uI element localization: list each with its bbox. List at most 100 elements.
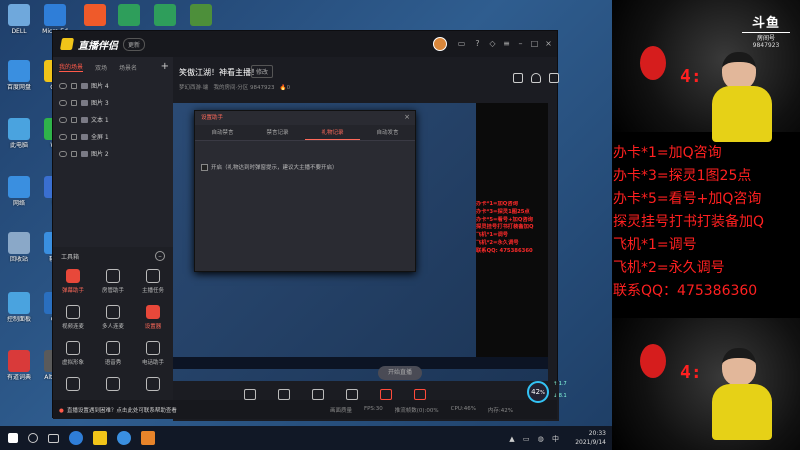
desktop-icon[interactable]: 回收站 (2, 232, 36, 263)
eye-icon[interactable] (59, 133, 67, 140)
close-icon[interactable]: × (544, 39, 553, 48)
eye-icon[interactable] (59, 150, 67, 157)
lock-icon[interactable] (71, 150, 77, 157)
desktop-icon[interactable]: 此电脑 (2, 118, 36, 149)
screenshot-icon[interactable] (549, 73, 559, 83)
tool-item[interactable]: 主播任务 (133, 265, 173, 301)
dialog-tab[interactable]: 禁言记录 (250, 125, 305, 140)
lock-icon[interactable] (71, 99, 77, 106)
lock-icon[interactable] (71, 82, 77, 89)
lock-icon[interactable] (71, 133, 77, 140)
tool-item[interactable]: 弹幕助手 (53, 265, 93, 301)
desktop-icon[interactable]: DELL (2, 4, 36, 35)
collapse-icon[interactable]: – (155, 251, 165, 261)
tool-item[interactable]: 虚拟形象 (53, 337, 93, 373)
eye-icon[interactable] (59, 82, 67, 89)
dialog-tab[interactable]: 礼物记录 (305, 125, 360, 140)
tab-my-scene[interactable]: 我的场景 (59, 62, 84, 72)
maximize-icon[interactable]: □ (530, 39, 539, 48)
desktop-icon[interactable]: 百度网盘 (2, 60, 36, 91)
player-shirt (712, 384, 772, 440)
tab-dual-scene[interactable]: 双场 (95, 63, 107, 72)
start-live-button[interactable]: 开始直播 (378, 366, 422, 380)
version-badge[interactable]: 更新 (123, 37, 146, 51)
source-label: 图片 4 (91, 83, 109, 90)
enable-checkbox[interactable] (201, 163, 208, 171)
desktop-icon[interactable]: 网络 (2, 176, 36, 207)
system-tray[interactable]: ▲ ▭ ◍ 中 (509, 434, 562, 444)
app-shortcut-icon (8, 232, 30, 254)
app-icon[interactable] (117, 431, 131, 445)
tool-item[interactable]: 多人连麦 (93, 301, 133, 337)
desktop-icon[interactable]: 控制面板 (2, 292, 36, 323)
source-item[interactable]: 文本 1 (53, 111, 173, 128)
image-icon (81, 116, 88, 123)
paddle-icon (640, 344, 666, 378)
edit-title-button[interactable]: 修改 (251, 65, 274, 78)
tool-icon (106, 269, 120, 283)
desktop-icon[interactable] (148, 4, 182, 28)
desktop-icon[interactable]: 有道词典 (2, 350, 36, 381)
app-shortcut-icon (44, 4, 66, 26)
tool-icon (66, 305, 80, 319)
source-item[interactable]: 图片 3 (53, 94, 173, 111)
source-item[interactable]: 全屏 1 (53, 128, 173, 145)
add-scene-icon[interactable]: + (161, 61, 169, 72)
media-icon (346, 389, 358, 400)
tool-label: 主播任务 (141, 288, 164, 294)
dialog-close-icon[interactable]: × (404, 113, 410, 121)
tool-label: 语音秀 (104, 360, 122, 366)
minimize-icon[interactable]: – (516, 39, 525, 48)
tool-item[interactable]: 设置器 (133, 301, 173, 337)
heat-icon: 🔥 (279, 85, 287, 91)
status-metric: 推流帧数(0):00% (394, 408, 439, 414)
search-icon[interactable] (28, 433, 38, 443)
eye-icon[interactable] (59, 99, 67, 106)
gift-popup-option[interactable]: 开启（礼物达到时弹窗提示，建议大主播不要开启） (201, 163, 338, 171)
dialog-tab[interactable]: 自动禁言 (195, 125, 250, 140)
eye-icon[interactable] (59, 116, 67, 123)
tool-item[interactable]: 房管助手 (93, 265, 133, 301)
live-companion-task-icon[interactable] (141, 431, 155, 445)
task-view-icon[interactable] (48, 433, 59, 443)
lock-icon[interactable] (531, 73, 541, 83)
message-icon[interactable]: ▭ (457, 39, 466, 48)
start-icon[interactable] (8, 433, 18, 443)
desktop-icon-label: DELL (11, 28, 27, 35)
input-language[interactable]: 中 (552, 435, 562, 443)
tool-item[interactable]: 电话助手 (133, 337, 173, 373)
desktop-icon[interactable] (78, 4, 112, 28)
explorer-icon[interactable] (93, 431, 107, 445)
dialog-tab[interactable]: 自动发言 (360, 125, 415, 140)
source-item[interactable]: 图片 2 (53, 145, 173, 162)
desktop-icon[interactable] (112, 4, 146, 28)
room-subtitle: 梦幻西游·端 我的房间·分区 9847923 🔥0 (179, 83, 290, 91)
dialog-tabs: 自动禁言 禁言记录 礼物记录 自动发言 (195, 125, 415, 141)
score-label: 4: (680, 362, 702, 383)
room-category[interactable]: 梦幻西游·端 (179, 85, 208, 91)
lock-icon[interactable] (71, 116, 77, 123)
desktop-icon[interactable] (184, 4, 218, 28)
tool-icon (146, 269, 160, 283)
clock[interactable]: 20:33 2021/9/14 (575, 429, 606, 447)
option-label: 开启（礼物达到时弹窗提示，建议大主播不要开启） (211, 165, 338, 171)
speaker-icon (414, 389, 426, 400)
tool-item[interactable]: 视频连麦 (53, 301, 93, 337)
room-id: 9847923 (752, 42, 780, 49)
lottery-icon[interactable] (513, 73, 523, 83)
avatar[interactable] (433, 37, 447, 51)
status-metric: 内存:42% (487, 408, 513, 414)
help-icon[interactable]: ? (473, 39, 482, 48)
gauge-value: 42 (531, 388, 541, 396)
scene-tabs: 我的场景 双场 场景名 (53, 57, 173, 77)
menu-icon[interactable]: ≡ (502, 39, 511, 48)
source-item[interactable]: 图片 4 (53, 77, 173, 94)
edge-icon[interactable] (69, 431, 83, 445)
shirt-icon[interactable]: ◇ (488, 39, 497, 48)
tab-scene-name[interactable]: 场景名 (119, 63, 137, 72)
tool-label: 房管助手 (101, 288, 124, 294)
player-head (722, 52, 756, 90)
tool-item[interactable]: 语音秀 (93, 337, 133, 373)
status-message[interactable]: ● 直播设置遇到困难？点击此处可联系帮助查看 (59, 406, 177, 414)
room-title: 笑傲江湖！神看主播！ (179, 68, 259, 77)
